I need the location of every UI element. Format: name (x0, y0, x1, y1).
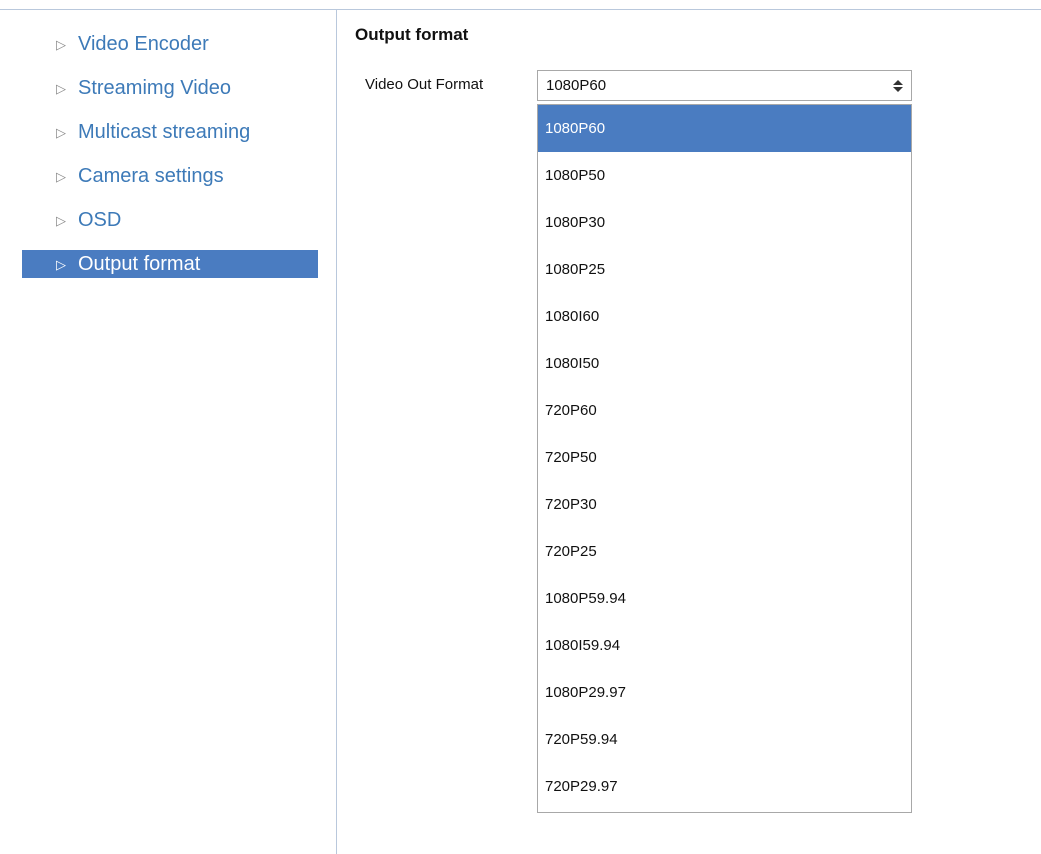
video-out-format-label: Video Out Format (365, 76, 484, 93)
video-out-format-options-list: 1080P60 1080P50 1080P30 1080P25 1080I60 1080I… (537, 104, 912, 813)
sidebar-item-multicast-streaming[interactable]: ▷ Multicast streaming (22, 110, 318, 154)
page-title: Output format (355, 25, 469, 44)
triangle-right-icon: ▷ (56, 80, 66, 96)
video-out-format-select[interactable]: 1080P60 (537, 70, 912, 101)
sort-arrows-icon (893, 79, 903, 92)
option-1080p59-94[interactable]: 1080P59.94 (538, 575, 911, 622)
option-1080p29-97[interactable]: 1080P29.97 (538, 669, 911, 716)
sidebar-item-streaming-video[interactable]: ▷ Streamimg Video (22, 66, 318, 110)
sidebar-item-camera-settings[interactable]: ▷ Camera settings (22, 154, 318, 198)
page: ▷ Video Encoder ▷ Streamimg Video ▷ Mult… (0, 0, 1041, 854)
sidebar-item-label: Output format (78, 252, 201, 275)
sidebar-item-video-encoder[interactable]: ▷ Video Encoder (22, 22, 318, 66)
option-1080p50[interactable]: 1080P50 (538, 152, 911, 199)
option-1080p25[interactable]: 1080P25 (538, 246, 911, 293)
sidebar-item-label: Camera settings (78, 164, 224, 187)
triangle-right-icon: ▷ (56, 212, 66, 228)
sidebar-item-label: OSD (78, 208, 122, 231)
option-1080i50[interactable]: 1080I50 (538, 340, 911, 387)
sidebar-item-label: Streamimg Video (78, 76, 232, 99)
option-720p30[interactable]: 720P30 (538, 481, 911, 528)
option-720p59-94[interactable]: 720P59.94 (538, 716, 911, 763)
triangle-right-icon: ▷ (56, 124, 66, 140)
top-divider (0, 9, 1041, 10)
option-1080i59-94[interactable]: 1080I59.94 (538, 622, 911, 669)
option-720p25[interactable]: 720P25 (538, 528, 911, 575)
option-720p50[interactable]: 720P50 (538, 434, 911, 481)
option-1080p60[interactable]: 1080P60 (538, 105, 911, 152)
sidebar-item-output-format[interactable]: ▷ Output format (22, 250, 318, 278)
sidebar-item-osd[interactable]: ▷ OSD (22, 198, 318, 242)
option-1080i60[interactable]: 1080I60 (538, 293, 911, 340)
option-720p29-97[interactable]: 720P29.97 (538, 763, 911, 810)
triangle-right-icon: ▷ (56, 256, 66, 272)
option-720p60[interactable]: 720P60 (538, 387, 911, 434)
sidebar-divider (336, 9, 337, 854)
option-1080p30[interactable]: 1080P30 (538, 199, 911, 246)
sidebar-item-label: Multicast streaming (78, 120, 251, 143)
triangle-right-icon: ▷ (56, 36, 66, 52)
sidebar-item-label: Video Encoder (78, 32, 209, 55)
sidebar-nav: ▷ Video Encoder ▷ Streamimg Video ▷ Mult… (22, 22, 318, 278)
triangle-right-icon: ▷ (56, 168, 66, 184)
select-value: 1080P60 (546, 77, 607, 94)
